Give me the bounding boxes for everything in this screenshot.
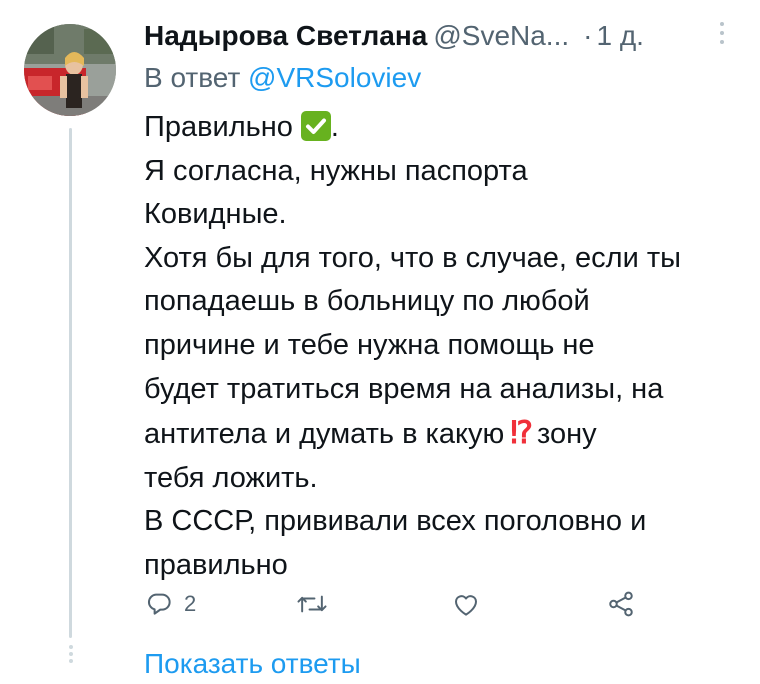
like-icon [451,589,481,619]
reply-context: В ответ @VRSoloviev [144,58,421,98]
text-segment: Правильно [144,111,293,143]
display-name[interactable]: Надырова Светлана [144,20,427,51]
reply-count: 2 [184,591,197,616]
tweet-text-line: Я согласна, нужны паспорта [144,154,528,187]
tweet-text-line: Ковидные. [144,198,287,231]
more-icon[interactable] [717,22,727,48]
reply-icon [144,589,174,619]
tweet[interactable]: Надырова Светлана @SveNa... · 1 д. В ответ … [0,0,760,679]
text-segment: антитела и думать в какую [144,418,505,451]
tweet-text-line: правильно [144,548,288,581]
reply-mention-link[interactable]: @VRSoloviev [248,62,421,93]
exclamation-question-mark-emoji: ⁉ [510,415,533,451]
tweet-text-line: попадаешь в больницу по любой [144,285,590,318]
text-segment: зону [537,418,597,451]
check-mark-button-emoji [300,111,331,141]
show-replies-link[interactable]: Показать ответы [144,644,361,684]
timestamp[interactable]: 1 д. [596,20,643,51]
tweet-text-line: Правильно. [144,106,744,150]
thread-line [69,128,72,638]
avatar[interactable] [24,24,116,116]
tweet-text-line: антитела и думать в какую ⁉ зону [144,411,744,457]
share-icon [606,589,636,619]
tweet-text-line: Хотя бы для того, что в случае, если ты [144,241,681,274]
tweet-text-line: тебя ложить. [144,461,318,494]
tweet-text: Правильно. Я согласна, нужны паспорта Ко… [144,106,744,588]
header-separator: · [583,20,593,51]
retweet-icon [296,589,328,619]
tweet-text-line: В СССР, прививали всех поголовно и [144,505,647,538]
reply-button[interactable]: 2 [144,584,196,624]
tweet-header: Надырова Светлана @SveNa... · 1 д. [144,16,744,56]
reply-prefix: В ответ [144,62,241,93]
text-segment: . [330,111,339,143]
thread-continuation-dots [67,645,74,669]
retweet-button[interactable] [296,584,328,624]
share-button[interactable] [606,584,636,624]
tweet-text-line: будет тратиться время на анализы, на [144,372,664,405]
tweet-actions: 2 [144,584,664,624]
user-handle[interactable]: @SveNa... [433,20,569,51]
tweet-text-line: причине и тебе нужна помощь не [144,328,595,361]
like-button[interactable] [451,584,481,624]
